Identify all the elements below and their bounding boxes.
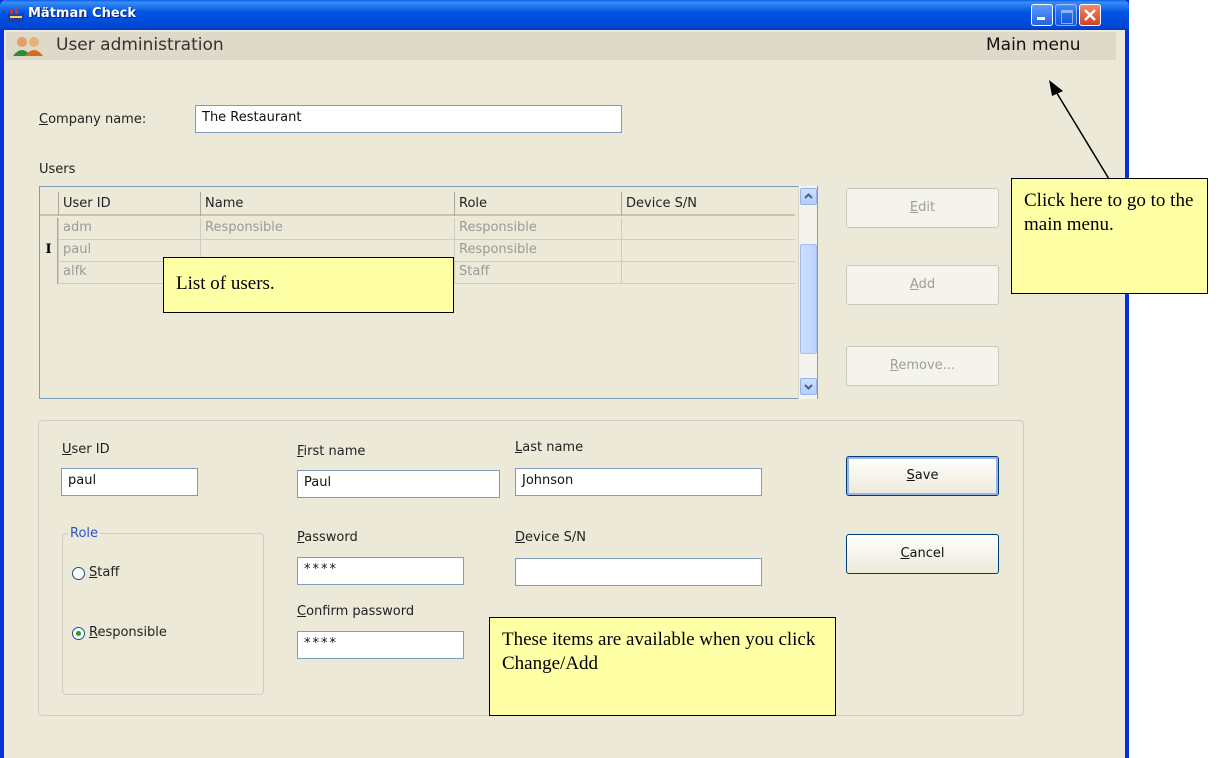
- last-name-label: Last name: [515, 440, 584, 455]
- chevron-up-icon: [804, 193, 813, 199]
- user-id-label: User ID: [62, 442, 110, 457]
- cell-role: Staff: [454, 262, 621, 284]
- password-field[interactable]: ****: [297, 557, 464, 585]
- row-selector[interactable]: [40, 262, 58, 284]
- chevron-down-icon: [804, 384, 813, 390]
- maximize-button[interactable]: [1055, 4, 1077, 26]
- remove-button[interactable]: Remove...: [846, 346, 999, 386]
- users-label: Users: [39, 162, 76, 177]
- role-staff-radio[interactable]: [72, 567, 85, 580]
- role-group: [62, 533, 264, 695]
- main-menu-link[interactable]: Main menu: [986, 35, 1081, 55]
- app-icon: [8, 8, 24, 22]
- save-button[interactable]: Save: [846, 456, 999, 496]
- role-group-label: Role: [68, 526, 101, 541]
- password-label: Password: [297, 530, 358, 545]
- minimize-button[interactable]: [1031, 4, 1053, 26]
- close-button[interactable]: [1079, 4, 1101, 26]
- company-name-label: Company name:: [39, 112, 147, 127]
- confirm-password-label: Confirm password: [297, 604, 415, 619]
- last-name-field[interactable]: Johnson: [515, 468, 762, 496]
- users-table-header: User ID Name Role Device S/N: [40, 192, 795, 216]
- first-name-field[interactable]: Paul: [297, 470, 500, 498]
- edit-button[interactable]: Edit: [846, 188, 999, 228]
- cell-role: Responsible: [454, 218, 621, 240]
- page-title: User administration: [56, 35, 224, 55]
- cell-user-id: adm: [58, 218, 200, 240]
- users-scrollbar[interactable]: [798, 186, 817, 399]
- cell-device: [621, 240, 795, 262]
- scroll-down-button[interactable]: [800, 378, 817, 395]
- close-icon: [1084, 9, 1096, 21]
- user-id-field[interactable]: paul: [61, 468, 198, 496]
- main-menu-callout: Click here to go to the main menu.: [1011, 178, 1208, 294]
- device-sn-label: Device S/N: [515, 530, 586, 545]
- pointer-arrow: [1049, 80, 1110, 180]
- col-user-id[interactable]: User ID: [58, 192, 200, 216]
- role-responsible-label[interactable]: Responsible: [89, 625, 167, 640]
- cancel-button[interactable]: Cancel: [846, 534, 999, 574]
- add-button[interactable]: Add: [846, 265, 999, 305]
- first-name-label: First name: [297, 444, 366, 459]
- role-staff-label[interactable]: Staff: [89, 565, 119, 580]
- col-device[interactable]: Device S/N: [621, 192, 795, 216]
- col-role[interactable]: Role: [454, 192, 621, 216]
- confirm-password-field[interactable]: ****: [297, 631, 464, 659]
- list-callout: List of users.: [163, 257, 454, 313]
- row-selector[interactable]: I: [40, 240, 58, 262]
- title-bar[interactable]: Mätman Check: [0, 0, 1129, 30]
- cell-device: [621, 262, 795, 284]
- company-name-field[interactable]: The Restaurant: [195, 105, 622, 133]
- scroll-up-button[interactable]: [800, 188, 817, 205]
- col-name[interactable]: Name: [200, 192, 454, 216]
- header-strip: User administration Main menu: [6, 32, 1116, 60]
- cell-device: [621, 218, 795, 240]
- role-responsible-radio[interactable]: [72, 627, 85, 640]
- scroll-thumb[interactable]: [800, 244, 817, 354]
- company-label-rest: ompany name:: [48, 112, 147, 127]
- window-title: Mätman Check: [28, 6, 136, 21]
- device-sn-field[interactable]: [515, 558, 762, 586]
- row-selector[interactable]: [40, 218, 58, 240]
- cell-role: Responsible: [454, 240, 621, 262]
- table-row[interactable]: adm Responsible Responsible: [40, 218, 795, 240]
- items-callout: These items are available when you click…: [489, 617, 836, 716]
- users-icon: [13, 37, 43, 56]
- cell-name: Responsible: [200, 218, 454, 240]
